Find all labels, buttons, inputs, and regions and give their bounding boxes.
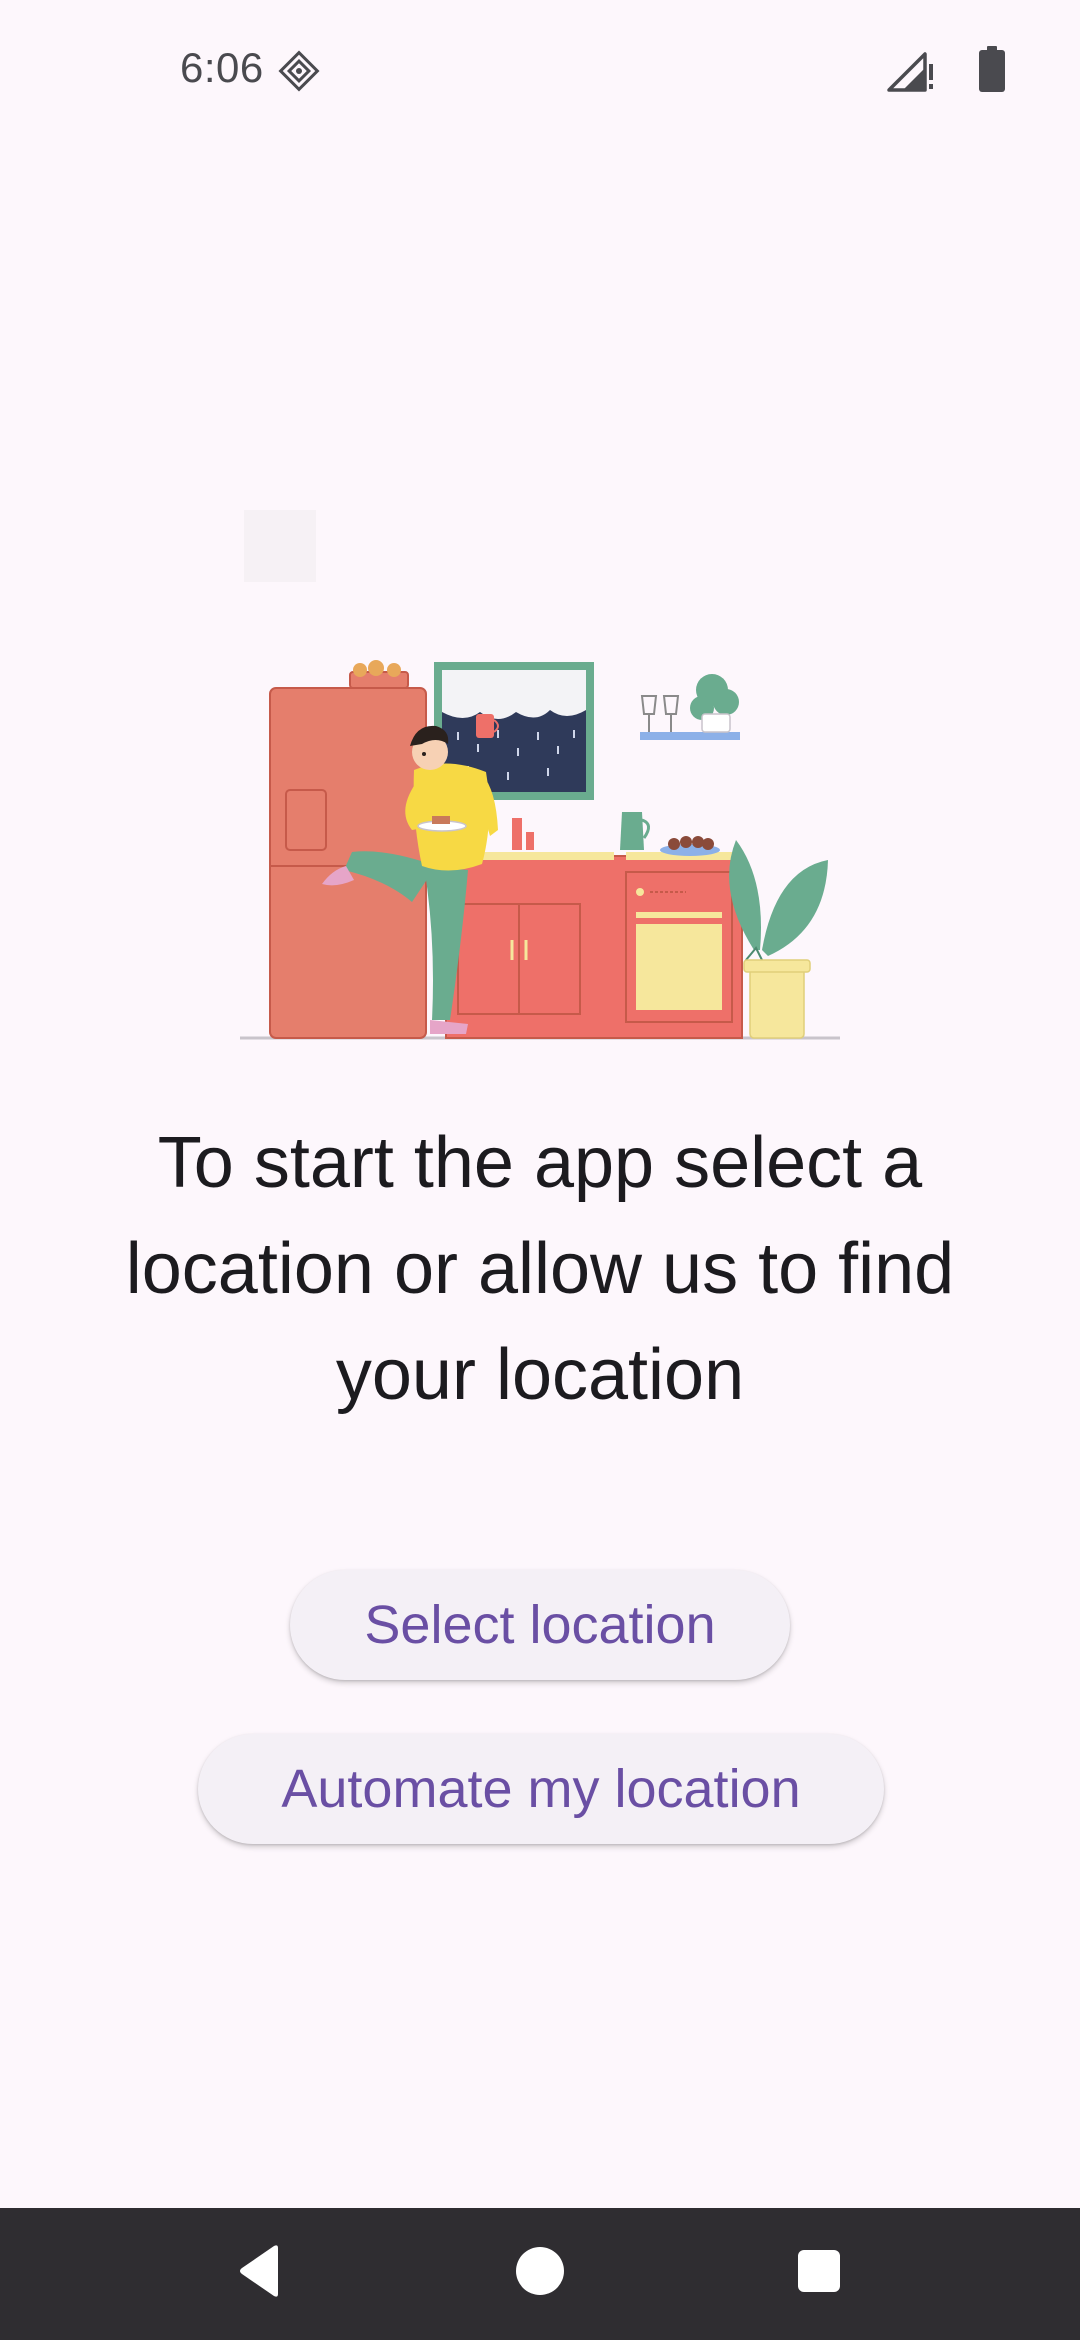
status-icons	[885, 46, 1005, 96]
location-prompt-text: To start the app select a location or al…	[125, 1123, 955, 1415]
kitchen-illustration	[240, 660, 840, 1040]
automate-location-button[interactable]: Automate my location	[198, 1734, 884, 1844]
data-saver-icon	[278, 50, 320, 92]
battery-icon	[979, 46, 1005, 92]
signal-no-data-icon	[887, 52, 933, 92]
select-location-button[interactable]: Select location	[290, 1570, 790, 1680]
back-icon[interactable]	[236, 2244, 282, 2298]
status-bar: 6:06	[0, 0, 1080, 140]
home-icon[interactable]	[516, 2247, 564, 2295]
image-placeholder	[244, 510, 316, 582]
recents-icon[interactable]	[798, 2250, 840, 2292]
status-time: 6:06	[180, 44, 264, 91]
system-nav-bar	[0, 2208, 1080, 2340]
